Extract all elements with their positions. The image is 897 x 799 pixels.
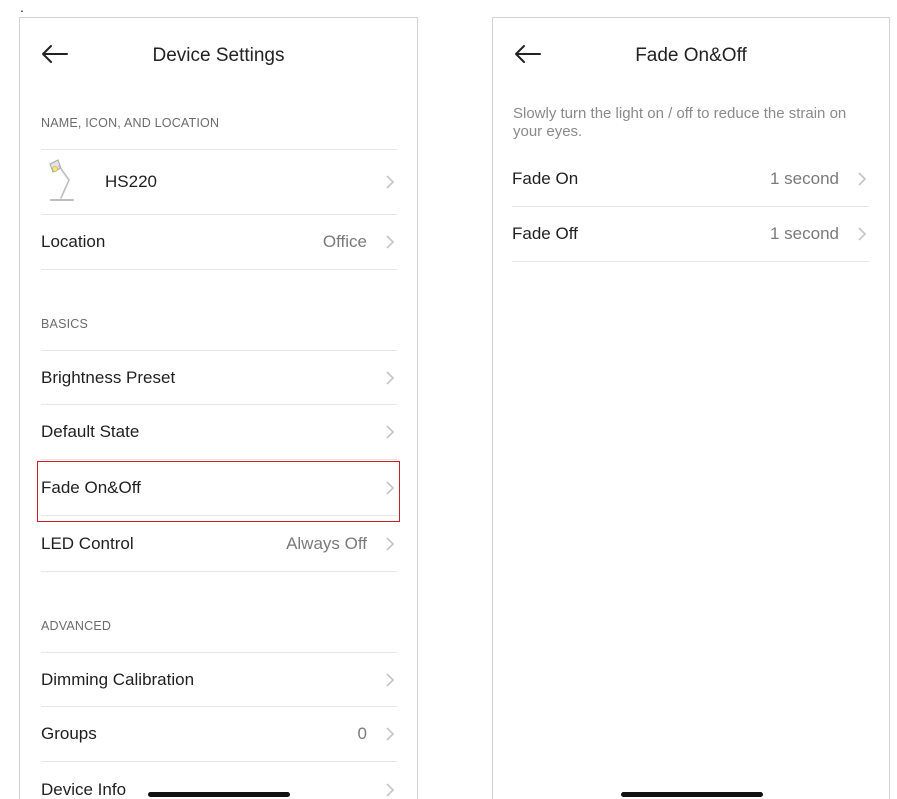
header: Device Settings: [20, 18, 417, 90]
home-indicator[interactable]: [621, 792, 763, 797]
header: Fade On&Off: [493, 18, 889, 90]
chevron-right-icon: [386, 175, 395, 189]
chevron-right-icon: [386, 235, 395, 249]
page-title: Fade On&Off: [635, 45, 747, 66]
page-title: Device Settings: [152, 45, 285, 66]
section-header-advanced: ADVANCED: [41, 619, 112, 633]
fade-on-row[interactable]: Fade On 1 second: [512, 152, 869, 207]
location-row[interactable]: Location Office: [41, 215, 397, 270]
chevron-right-icon: [386, 672, 395, 687]
fade-on-off-label: Fade On&Off: [41, 478, 141, 497]
fade-on-label: Fade On: [512, 169, 579, 188]
dimming-calibration-row[interactable]: Dimming Calibration: [41, 652, 397, 707]
device-name: HS220: [105, 172, 157, 191]
groups-label: Groups: [41, 724, 97, 743]
fade-on-off-row[interactable]: Fade On&Off: [41, 461, 397, 516]
fade-on-off-screen: Fade On&Off Slowly turn the light on / o…: [492, 17, 890, 799]
dimming-calibration-label: Dimming Calibration: [41, 669, 195, 689]
chevron-right-icon: [858, 172, 867, 186]
section-header-basics: BASICS: [41, 317, 89, 331]
fade-on-value: 1 second: [770, 169, 839, 188]
location-value: Office: [322, 232, 367, 251]
led-control-label: LED Control: [41, 534, 134, 553]
location-label: Location: [41, 232, 106, 251]
led-control-value: Always Off: [286, 534, 367, 553]
default-state-row[interactable]: Default State: [41, 405, 397, 460]
chevron-right-icon: [386, 783, 395, 797]
groups-row[interactable]: Groups 0: [41, 707, 397, 762]
brightness-preset-row[interactable]: Brightness Preset: [41, 350, 397, 405]
fade-off-label: Fade Off: [512, 224, 578, 243]
chevron-right-icon: [386, 727, 395, 741]
device-row[interactable]: HS220: [41, 149, 397, 215]
groups-value: 0: [357, 724, 367, 743]
led-control-row[interactable]: LED Control Always Off: [41, 517, 397, 572]
fade-off-row[interactable]: Fade Off 1 second: [512, 207, 869, 262]
desk-lamp-icon: [49, 159, 74, 201]
brightness-preset-label: Brightness Preset: [41, 367, 176, 387]
device-info-label: Device Info: [41, 780, 127, 799]
chevron-right-icon: [386, 481, 395, 495]
fade-off-value: 1 second: [770, 224, 839, 243]
section-header-name-icon-location: NAME, ICON, AND LOCATION: [41, 116, 220, 130]
default-state-label: Default State: [41, 422, 140, 441]
chevron-right-icon: [386, 370, 395, 385]
home-indicator[interactable]: [148, 792, 290, 797]
device-settings-screen: Device Settings NAME, ICON, AND LOCATION…: [19, 17, 418, 799]
fade-description: Slowly turn the light on / off to reduce…: [513, 105, 847, 140]
stray-dot-marker: .: [20, 0, 24, 15]
chevron-right-icon: [386, 425, 395, 439]
chevron-right-icon: [858, 227, 867, 241]
chevron-right-icon: [386, 537, 395, 551]
